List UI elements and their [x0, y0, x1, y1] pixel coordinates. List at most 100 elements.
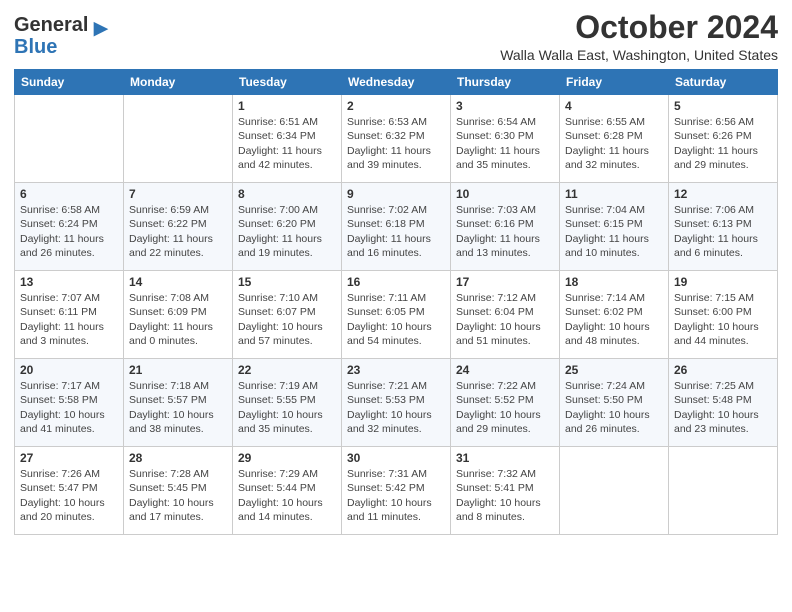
- calendar-cell: 28 Sunrise: 7:28 AM Sunset: 5:45 PM Dayli…: [124, 447, 233, 535]
- generalblue-icon: [90, 20, 112, 42]
- day-info: Sunrise: 7:06 AM Sunset: 6:13 PM Dayligh…: [674, 203, 772, 260]
- day-number: 16: [347, 275, 445, 289]
- day-number: 4: [565, 99, 663, 113]
- calendar-cell: [560, 447, 669, 535]
- calendar-week-0: 1 Sunrise: 6:51 AM Sunset: 6:34 PM Daylig…: [15, 95, 778, 183]
- day-info: Sunrise: 7:07 AM Sunset: 6:11 PM Dayligh…: [20, 291, 118, 348]
- day-info: Sunrise: 7:31 AM Sunset: 5:42 PM Dayligh…: [347, 467, 445, 524]
- day-number: 28: [129, 451, 227, 465]
- day-number: 1: [238, 99, 336, 113]
- logo-blue: Blue: [14, 36, 57, 58]
- day-info: Sunrise: 7:22 AM Sunset: 5:52 PM Dayligh…: [456, 379, 554, 436]
- day-info: Sunrise: 7:02 AM Sunset: 6:18 PM Dayligh…: [347, 203, 445, 260]
- location: Walla Walla East, Washington, United Sta…: [500, 47, 778, 63]
- day-number: 21: [129, 363, 227, 377]
- day-number: 29: [238, 451, 336, 465]
- day-number: 17: [456, 275, 554, 289]
- calendar-cell: 22Sunrise: 7:19 AM Sunset: 5:55 PM Dayli…: [233, 359, 342, 447]
- day-info: Sunrise: 7:03 AM Sunset: 6:16 PM Dayligh…: [456, 203, 554, 260]
- day-number: 14: [129, 275, 227, 289]
- day-header-friday: Friday: [560, 70, 669, 95]
- calendar-header-row: SundayMondayTuesdayWednesdayThursdayFrid…: [15, 70, 778, 95]
- day-number: 6: [20, 187, 118, 201]
- calendar-cell: 3 Sunrise: 6:54 AM Sunset: 6:30 PM Daylig…: [451, 95, 560, 183]
- calendar-cell: 8 Sunrise: 7:00 AM Sunset: 6:20 PM Daylig…: [233, 183, 342, 271]
- calendar-cell: 18 Sunrise: 7:14 AM Sunset: 6:02 PM Dayli…: [560, 271, 669, 359]
- calendar-cell: 27Sunrise: 7:26 AM Sunset: 5:47 PM Dayli…: [15, 447, 124, 535]
- day-number: 3: [456, 99, 554, 113]
- calendar-week-1: 6Sunrise: 6:58 AM Sunset: 6:24 PM Daylig…: [15, 183, 778, 271]
- day-number: 10: [456, 187, 554, 201]
- day-info: Sunrise: 7:08 AM Sunset: 6:09 PM Dayligh…: [129, 291, 227, 348]
- calendar-cell: 6Sunrise: 6:58 AM Sunset: 6:24 PM Daylig…: [15, 183, 124, 271]
- calendar-cell: 13 Sunrise: 7:07 AM Sunset: 6:11 PM Dayli…: [15, 271, 124, 359]
- day-number: 9: [347, 187, 445, 201]
- header: General Blue October 2024 Walla Walla Ea…: [14, 10, 778, 63]
- day-number: 11: [565, 187, 663, 201]
- month-title: October 2024: [500, 10, 778, 45]
- calendar-cell: 5Sunrise: 6:56 AM Sunset: 6:26 PM Daylig…: [669, 95, 778, 183]
- calendar-cell: 4Sunrise: 6:55 AM Sunset: 6:28 PM Daylig…: [560, 95, 669, 183]
- calendar-cell: 24 Sunrise: 7:22 AM Sunset: 5:52 PM Dayli…: [451, 359, 560, 447]
- day-number: 18: [565, 275, 663, 289]
- day-info: Sunrise: 7:10 AM Sunset: 6:07 PM Dayligh…: [238, 291, 336, 348]
- day-info: Sunrise: 7:21 AM Sunset: 5:53 PM Dayligh…: [347, 379, 445, 436]
- day-number: 15: [238, 275, 336, 289]
- day-header-sunday: Sunday: [15, 70, 124, 95]
- day-info: Sunrise: 6:59 AM Sunset: 6:22 PM Dayligh…: [129, 203, 227, 260]
- day-info: Sunrise: 7:14 AM Sunset: 6:02 PM Dayligh…: [565, 291, 663, 348]
- day-header-monday: Monday: [124, 70, 233, 95]
- day-info: Sunrise: 7:18 AM Sunset: 5:57 PM Dayligh…: [129, 379, 227, 436]
- calendar-cell: 1 Sunrise: 6:51 AM Sunset: 6:34 PM Daylig…: [233, 95, 342, 183]
- calendar-week-2: 13 Sunrise: 7:07 AM Sunset: 6:11 PM Dayli…: [15, 271, 778, 359]
- day-info: Sunrise: 7:12 AM Sunset: 6:04 PM Dayligh…: [456, 291, 554, 348]
- calendar-cell: 7 Sunrise: 6:59 AM Sunset: 6:22 PM Daylig…: [124, 183, 233, 271]
- day-info: Sunrise: 7:04 AM Sunset: 6:15 PM Dayligh…: [565, 203, 663, 260]
- calendar-cell: 15 Sunrise: 7:10 AM Sunset: 6:07 PM Dayli…: [233, 271, 342, 359]
- day-info: Sunrise: 7:11 AM Sunset: 6:05 PM Dayligh…: [347, 291, 445, 348]
- day-info: Sunrise: 7:25 AM Sunset: 5:48 PM Dayligh…: [674, 379, 772, 436]
- day-number: 24: [456, 363, 554, 377]
- day-number: 26: [674, 363, 772, 377]
- calendar-cell: 26 Sunrise: 7:25 AM Sunset: 5:48 PM Dayli…: [669, 359, 778, 447]
- calendar-cell: 29 Sunrise: 7:29 AM Sunset: 5:44 PM Dayli…: [233, 447, 342, 535]
- calendar-cell: 14 Sunrise: 7:08 AM Sunset: 6:09 PM Dayli…: [124, 271, 233, 359]
- calendar-week-4: 27Sunrise: 7:26 AM Sunset: 5:47 PM Dayli…: [15, 447, 778, 535]
- day-header-tuesday: Tuesday: [233, 70, 342, 95]
- calendar-cell: 21 Sunrise: 7:18 AM Sunset: 5:57 PM Dayli…: [124, 359, 233, 447]
- calendar-cell: 25 Sunrise: 7:24 AM Sunset: 5:50 PM Dayli…: [560, 359, 669, 447]
- calendar-cell: [15, 95, 124, 183]
- day-number: 22: [238, 363, 336, 377]
- calendar-cell: 9 Sunrise: 7:02 AM Sunset: 6:18 PM Daylig…: [342, 183, 451, 271]
- day-info: Sunrise: 7:32 AM Sunset: 5:41 PM Dayligh…: [456, 467, 554, 524]
- day-info: Sunrise: 7:29 AM Sunset: 5:44 PM Dayligh…: [238, 467, 336, 524]
- calendar-cell: 12Sunrise: 7:06 AM Sunset: 6:13 PM Dayli…: [669, 183, 778, 271]
- day-number: 27: [20, 451, 118, 465]
- day-header-wednesday: Wednesday: [342, 70, 451, 95]
- day-info: Sunrise: 6:56 AM Sunset: 6:26 PM Dayligh…: [674, 115, 772, 172]
- day-info: Sunrise: 7:24 AM Sunset: 5:50 PM Dayligh…: [565, 379, 663, 436]
- calendar-cell: 11 Sunrise: 7:04 AM Sunset: 6:15 PM Dayli…: [560, 183, 669, 271]
- day-info: Sunrise: 7:28 AM Sunset: 5:45 PM Dayligh…: [129, 467, 227, 524]
- calendar-cell: 30Sunrise: 7:31 AM Sunset: 5:42 PM Dayli…: [342, 447, 451, 535]
- calendar-cell: 19Sunrise: 7:15 AM Sunset: 6:00 PM Dayli…: [669, 271, 778, 359]
- day-info: Sunrise: 6:53 AM Sunset: 6:32 PM Dayligh…: [347, 115, 445, 172]
- day-number: 2: [347, 99, 445, 113]
- calendar-cell: 10 Sunrise: 7:03 AM Sunset: 6:16 PM Dayli…: [451, 183, 560, 271]
- day-header-thursday: Thursday: [451, 70, 560, 95]
- day-number: 25: [565, 363, 663, 377]
- calendar-cell: [669, 447, 778, 535]
- calendar-cell: 20 Sunrise: 7:17 AM Sunset: 5:58 PM Dayli…: [15, 359, 124, 447]
- day-info: Sunrise: 7:17 AM Sunset: 5:58 PM Dayligh…: [20, 379, 118, 436]
- day-number: 31: [456, 451, 554, 465]
- day-number: 8: [238, 187, 336, 201]
- day-info: Sunrise: 7:00 AM Sunset: 6:20 PM Dayligh…: [238, 203, 336, 260]
- day-info: Sunrise: 7:15 AM Sunset: 6:00 PM Dayligh…: [674, 291, 772, 348]
- day-number: 13: [20, 275, 118, 289]
- day-number: 20: [20, 363, 118, 377]
- calendar-cell: 2 Sunrise: 6:53 AM Sunset: 6:32 PM Daylig…: [342, 95, 451, 183]
- calendar-cell: [124, 95, 233, 183]
- day-number: 7: [129, 187, 227, 201]
- day-info: Sunrise: 6:54 AM Sunset: 6:30 PM Dayligh…: [456, 115, 554, 172]
- day-info: Sunrise: 6:51 AM Sunset: 6:34 PM Dayligh…: [238, 115, 336, 172]
